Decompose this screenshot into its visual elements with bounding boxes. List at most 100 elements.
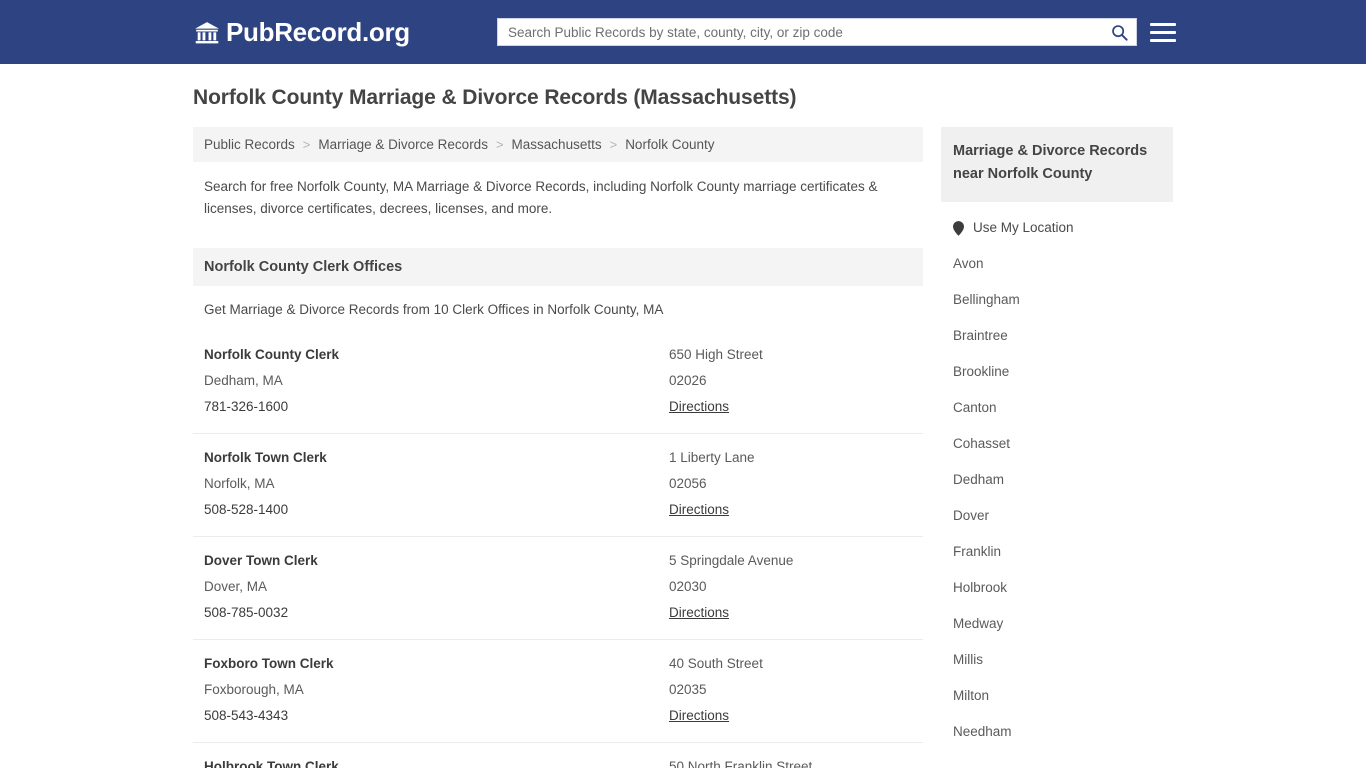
clerk-office-street: 1 Liberty Lane: [669, 450, 755, 466]
breadcrumb-item-3[interactable]: Massachusetts: [512, 137, 602, 152]
sidebar-city-holbrook[interactable]: Holbrook: [941, 570, 1173, 606]
page-title: Norfolk County Marriage & Divorce Record…: [193, 86, 797, 109]
breadcrumb-separator: >: [495, 137, 504, 153]
sidebar-city-bellingham[interactable]: Bellingham: [941, 282, 1173, 318]
clerk-office-row: Holbrook Town ClerkHolbrook, MA781-767-4…: [193, 742, 923, 768]
clerk-office-phone: 508-785-0032: [204, 605, 289, 621]
sidebar-city-franklin[interactable]: Franklin: [941, 534, 1173, 570]
site-logo-text: PubRecord.org: [226, 17, 410, 47]
hamburger-menu-icon[interactable]: [1150, 19, 1176, 45]
clerk-office-info: Holbrook Town ClerkHolbrook, MA781-767-4…: [204, 754, 669, 768]
clerk-office-street: 650 High Street: [669, 347, 763, 363]
sidebar-nearby-list: Use My Location Avon Bellingham Braintree Br…: [941, 202, 1173, 750]
clerk-office-address-block: 650 High Street 02026 Directions: [669, 342, 912, 420]
clerk-office-row: Norfolk Town Clerk Norfolk, MA 508-528-140…: [193, 433, 923, 536]
bank-building-icon: [195, 22, 219, 44]
clerk-office-city-state: Foxborough, MA: [204, 682, 304, 698]
sidebar-city-dover[interactable]: Dover: [941, 498, 1173, 534]
clerk-office-address-block: 40 South Street 02035 Directions: [669, 651, 912, 729]
sidebar-city-label: Avon: [953, 256, 984, 272]
clerk-office-phone: 508-528-1400: [204, 502, 289, 518]
clerk-office-zip: 02035: [669, 682, 707, 698]
directions-link[interactable]: Directions: [669, 703, 729, 729]
sidebar-city-cohasset[interactable]: Cohasset: [941, 426, 1173, 462]
breadcrumb-item-1[interactable]: Public Records: [204, 137, 295, 152]
clerk-office-name[interactable]: Dover Town Clerk: [204, 548, 669, 574]
page-intro-text: Search for free Norfolk County, MA Marri…: [204, 179, 878, 217]
clerk-office-address-block: 50 North Franklin Street02343Directions: [669, 754, 912, 768]
search-input[interactable]: [498, 19, 1102, 45]
clerk-office-info: Foxboro Town Clerk Foxborough, MA 508-543-…: [204, 651, 669, 729]
clerk-office-street: 50 North Franklin Street: [669, 759, 813, 768]
clerk-office-zip: 02030: [669, 579, 707, 595]
clerk-office-street: 40 South Street: [669, 656, 763, 672]
clerk-office-row: Norfolk County Clerk Dedham, MA 781-326-16…: [193, 331, 923, 433]
sidebar-heading: Marriage & Divorce Records near Norfolk …: [941, 127, 1173, 203]
breadcrumb-separator: >: [302, 137, 311, 153]
clerk-office-name[interactable]: Foxboro Town Clerk: [204, 651, 669, 677]
clerk-office-address-block: 5 Springdale Avenue 02030 Directions: [669, 548, 912, 626]
clerk-office-city-state: Dedham, MA: [204, 373, 283, 389]
sidebar-city-braintree[interactable]: Braintree: [941, 318, 1173, 354]
columns: Public Records > Marriage & Divorce Record…: [193, 127, 1173, 768]
sidebar-city-label: Canton: [953, 400, 997, 416]
sidebar-city-label: Brookline: [953, 364, 1010, 380]
site-logo[interactable]: PubRecord.org: [194, 18, 410, 46]
clerk-office-info: Norfolk Town Clerk Norfolk, MA 508-528-140…: [204, 445, 669, 523]
main-column: Public Records > Marriage & Divorce Record…: [193, 127, 923, 768]
sidebar-city-label: Dover: [953, 508, 990, 524]
clerk-office-name[interactable]: Norfolk Town Clerk: [204, 445, 669, 471]
clerk-office-address-block: 1 Liberty Lane 02056 Directions: [669, 445, 912, 523]
directions-link[interactable]: Directions: [669, 394, 729, 420]
sidebar-city-medway[interactable]: Medway: [941, 606, 1173, 642]
site-header: PubRecord.org: [0, 0, 1366, 64]
breadcrumb: Public Records > Marriage & Divorce Record…: [193, 127, 923, 163]
map-pin-icon: [953, 220, 964, 236]
breadcrumb-separator: >: [609, 137, 618, 153]
page-body: Norfolk County Marriage & Divorce Record…: [0, 64, 1366, 768]
sidebar-city-needham[interactable]: Needham: [941, 714, 1173, 750]
clerk-office-street: 5 Springdale Avenue: [669, 553, 794, 569]
breadcrumb-item-2[interactable]: Marriage & Divorce Records: [318, 137, 488, 152]
sidebar-city-brookline[interactable]: Brookline: [941, 354, 1173, 390]
hamburger-bar: [1150, 22, 1176, 26]
sidebar-city-milton[interactable]: Milton: [941, 678, 1173, 714]
search-icon: [1111, 24, 1128, 41]
hamburger-bar: [1150, 30, 1176, 34]
clerk-office-city-state: Norfolk, MA: [204, 476, 275, 492]
sidebar-city-millis[interactable]: Millis: [941, 642, 1173, 678]
clerk-office-name[interactable]: Norfolk County Clerk: [204, 342, 669, 368]
search-button[interactable]: [1102, 19, 1136, 45]
sidebar-city-label: Bellingham: [953, 292, 1020, 308]
clerk-office-phone: 508-543-4343: [204, 708, 289, 724]
section-subheading: Get Marriage & Divorce Records from 10 C…: [204, 302, 664, 318]
search-bar[interactable]: [497, 18, 1137, 46]
breadcrumb-item-4: Norfolk County: [625, 137, 715, 153]
directions-link[interactable]: Directions: [669, 497, 729, 523]
directions-link[interactable]: Directions: [669, 600, 729, 626]
sidebar-city-label: Braintree: [953, 328, 1008, 344]
sidebar-city-label: Milton: [953, 688, 990, 704]
clerk-office-zip: 02056: [669, 476, 707, 492]
sidebar-city-label: Millis: [953, 652, 983, 668]
sidebar-city-label: Needham: [953, 724, 1012, 740]
use-my-location-item[interactable]: Use My Location: [941, 210, 1173, 246]
section-heading: Norfolk County Clerk Offices: [193, 248, 923, 287]
clerk-office-list: Norfolk County Clerk Dedham, MA 781-326-16…: [193, 331, 923, 768]
sidebar-city-dedham[interactable]: Dedham: [941, 462, 1173, 498]
clerk-office-info: Dover Town Clerk Dover, MA 508-785-0032: [204, 548, 669, 626]
clerk-office-info: Norfolk County Clerk Dedham, MA 781-326-16…: [204, 342, 669, 420]
clerk-office-name[interactable]: Holbrook Town Clerk: [204, 754, 669, 768]
clerk-office-zip: 02026: [669, 373, 707, 389]
sidebar-city-canton[interactable]: Canton: [941, 390, 1173, 426]
use-my-location-label: Use My Location: [973, 220, 1074, 236]
sidebar-city-label: Holbrook: [953, 580, 1008, 596]
sidebar-city-label: Dedham: [953, 472, 1005, 488]
sidebar: Marriage & Divorce Records near Norfolk …: [941, 127, 1173, 750]
sidebar-city-avon[interactable]: Avon: [941, 246, 1173, 282]
clerk-office-row: Foxboro Town Clerk Foxborough, MA 508-543-…: [193, 639, 923, 742]
hamburger-bar: [1150, 38, 1176, 42]
clerk-office-row: Dover Town Clerk Dover, MA 508-785-0032 5 S…: [193, 536, 923, 639]
content-container: Norfolk County Marriage & Divorce Record…: [193, 64, 1173, 768]
clerk-office-phone: 781-326-1600: [204, 399, 289, 415]
